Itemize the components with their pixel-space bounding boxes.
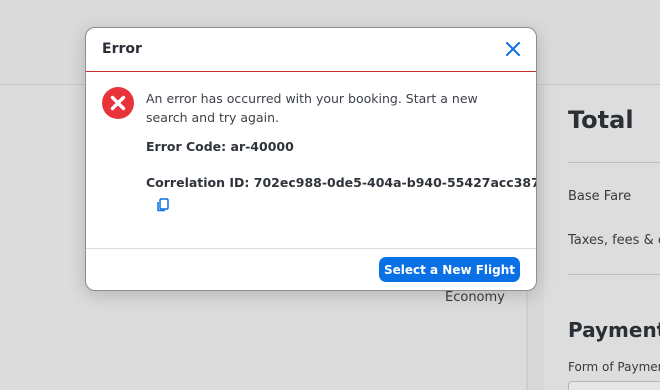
close-icon[interactable]	[503, 39, 523, 59]
error-code: Error Code: ar-40000	[146, 139, 294, 154]
payment-heading: Payment	[568, 318, 660, 342]
copy-icon[interactable]	[155, 197, 171, 213]
dialog-header: Error	[86, 28, 536, 72]
taxes-fees-label: Taxes, fees & c	[568, 233, 660, 248]
summary-divider-2	[568, 274, 660, 275]
total-heading: Total	[568, 106, 634, 134]
error-dialog: Error An error has occurred with your bo…	[85, 27, 537, 291]
error-x-circle-icon	[102, 87, 134, 119]
select-new-flight-button[interactable]: Select a New Flight	[379, 257, 520, 282]
booking-page: Economy Total Base Fare Taxes, fees & c …	[0, 0, 660, 390]
summary-divider	[568, 162, 660, 163]
correlation-id: Correlation ID: 702ec988-0de5-404a-b940-…	[146, 175, 537, 190]
base-fare-label: Base Fare	[568, 189, 632, 204]
error-message: An error has occurred with your booking.…	[146, 91, 478, 125]
dialog-footer-divider	[86, 248, 536, 249]
form-of-payment-select[interactable]	[568, 381, 660, 390]
dialog-title: Error	[102, 41, 142, 57]
cabin-class-label: Economy	[445, 290, 505, 305]
form-of-payment-label: Form of Paymer	[568, 360, 660, 374]
